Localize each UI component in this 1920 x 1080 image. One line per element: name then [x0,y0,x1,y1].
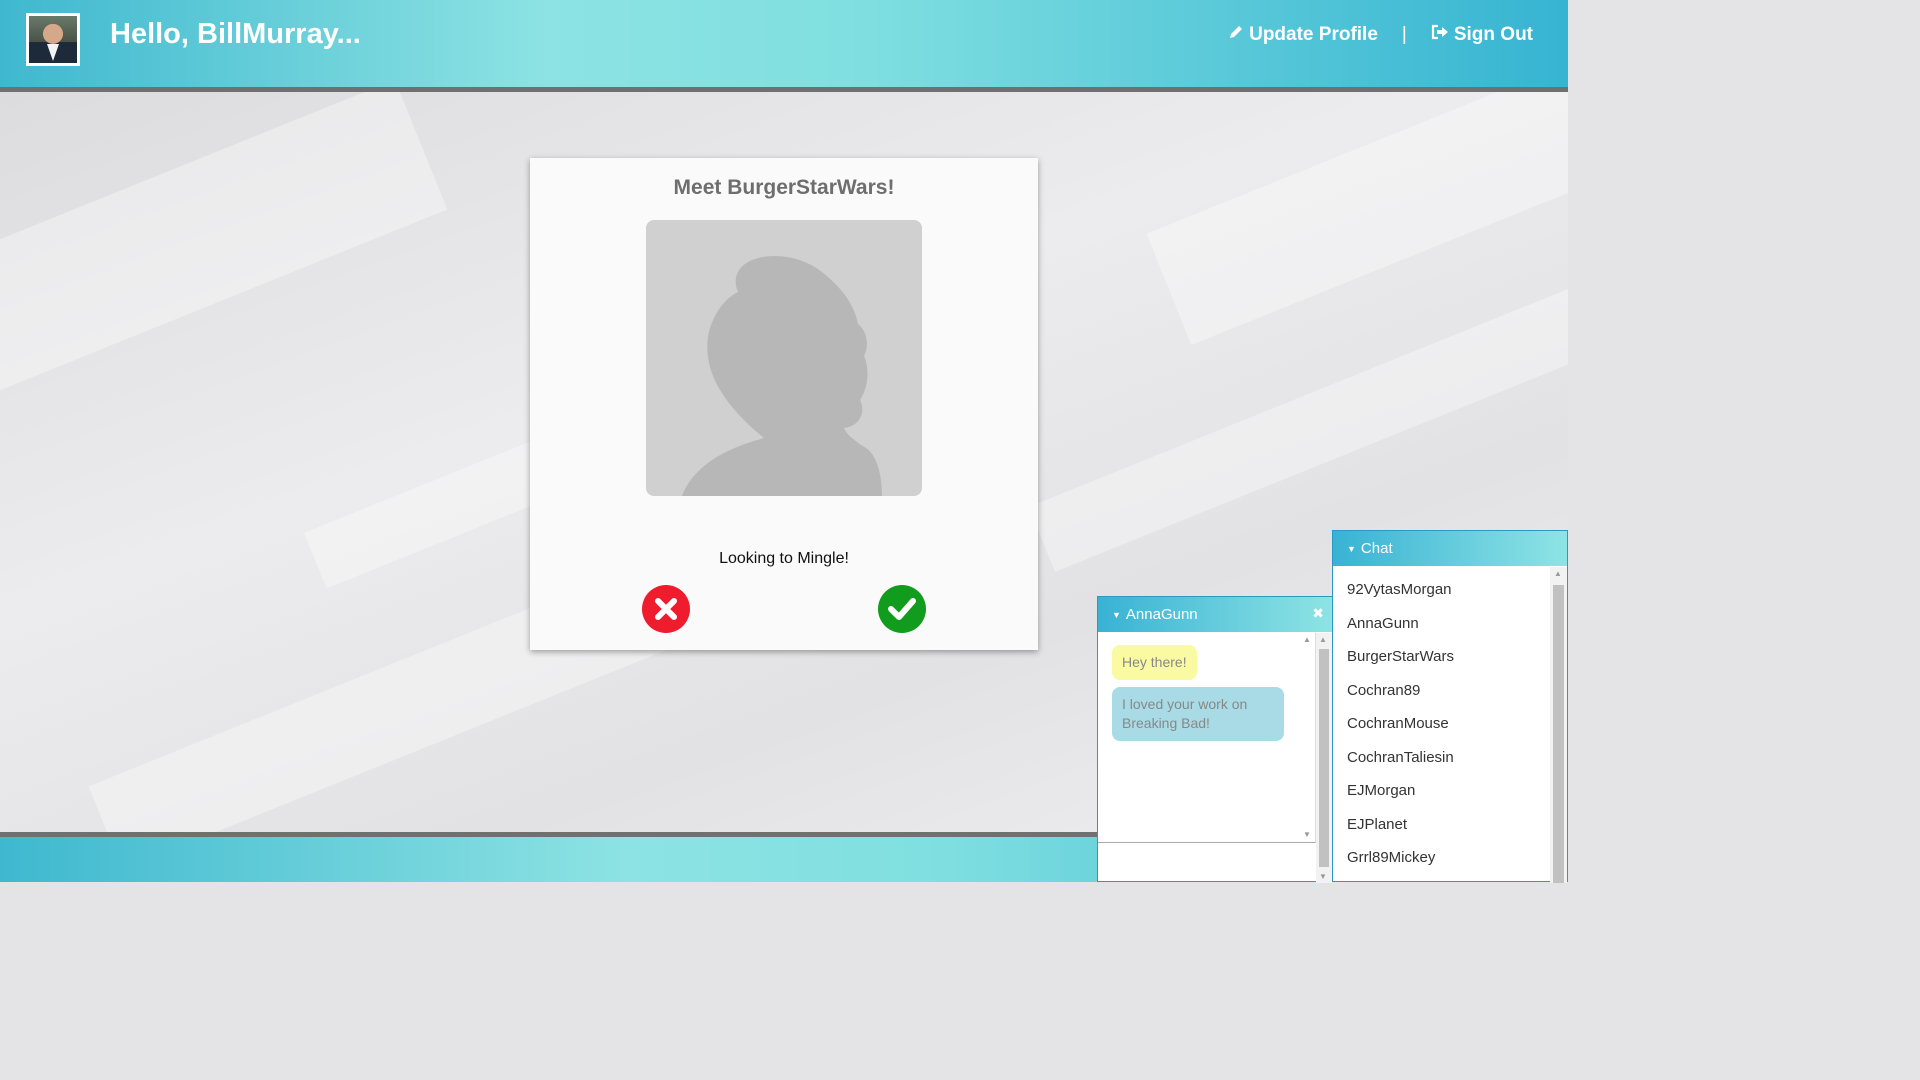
update-profile-link[interactable]: Update Profile [1228,24,1378,46]
caret-down-icon: ▼ [1347,543,1356,554]
chat-user-item[interactable]: BurgerStarWars [1333,640,1567,674]
match-status: Looking to Mingle! [719,550,849,567]
chat-scrollbar[interactable]: ▲ [1550,567,1567,883]
scroll-up-icon[interactable]: ▲ [1554,569,1562,578]
chat-user-item[interactable]: 92VytasMorgan [1333,573,1567,607]
reject-button[interactable] [642,585,690,633]
message-list: Hey there! I loved your work on Breaking… [1098,633,1316,843]
close-icon[interactable]: ✖ [1312,605,1324,622]
message-input[interactable] [1098,845,1316,881]
x-icon [655,598,677,620]
accept-button[interactable] [878,585,926,633]
avatar-photo [29,16,77,63]
profile-placeholder-image [646,220,922,496]
chat-title: Chat [1360,540,1393,557]
chat-user-item[interactable]: Grrl89Mickey [1333,841,1567,875]
sign-out-label: Sign Out [1453,24,1533,45]
chat-panel: ▼ Chat 92VytasMorgan AnnaGunn BurgerStar… [1332,530,1568,883]
conversation-name: AnnaGunn [1125,606,1198,623]
chat-user-list: 92VytasMorgan AnnaGunn BurgerStarWars Co… [1333,566,1567,875]
chat-user-item[interactable]: Cochran89 [1333,674,1567,708]
scroll-up-icon[interactable]: ▲ [1303,635,1311,644]
message-outgoing: I loved your work on Breaking Bad! [1112,687,1284,741]
pencil-icon [1228,24,1244,46]
sign-out-link[interactable]: Sign Out [1431,24,1533,46]
scroll-up-icon[interactable]: ▲ [1319,635,1327,644]
chat-user-item[interactable]: AnnaGunn [1333,607,1567,641]
message-scrollbar[interactable]: ▲ ▼ [1300,633,1314,843]
top-bar: Hello, BillMurray... Update Profile | Si… [0,0,1568,92]
chat-user-item[interactable]: EJPlanet [1333,808,1567,842]
scroll-thumb[interactable] [1553,585,1564,883]
chat-user-item[interactable]: CochranMouse [1333,707,1567,741]
chat-user-item[interactable]: CochranTaliesin [1333,741,1567,775]
conversation-scrollbar[interactable]: ▲ ▼ [1316,633,1332,883]
nav-separator: | [1401,24,1407,45]
match-title: Meet BurgerStarWars! [673,176,895,199]
greeting-text: Hello, BillMurray... [110,18,361,50]
chat-header[interactable]: ▼ Chat [1333,531,1567,566]
conversation-panel: ▼ AnnaGunn ✖ Hey there! I loved your wor… [1097,596,1333,883]
scroll-thumb[interactable] [1319,649,1329,867]
message-incoming: Hey there! [1112,645,1197,680]
silhouette-icon [682,256,882,496]
conversation-header[interactable]: ▼ AnnaGunn ✖ [1098,597,1332,632]
scroll-down-icon[interactable]: ▼ [1319,872,1327,881]
sign-out-icon [1431,24,1449,46]
caret-down-icon: ▼ [1112,609,1121,620]
chat-user-item[interactable]: EJMorgan [1333,774,1567,808]
match-card: Meet BurgerStarWars! Looking to Mingle! [530,158,1038,650]
header-nav: Update Profile | Sign Out [1228,24,1533,46]
user-avatar[interactable] [26,13,80,66]
scroll-down-icon[interactable]: ▼ [1303,830,1311,839]
check-icon [888,598,916,620]
update-profile-label: Update Profile [1249,24,1378,45]
